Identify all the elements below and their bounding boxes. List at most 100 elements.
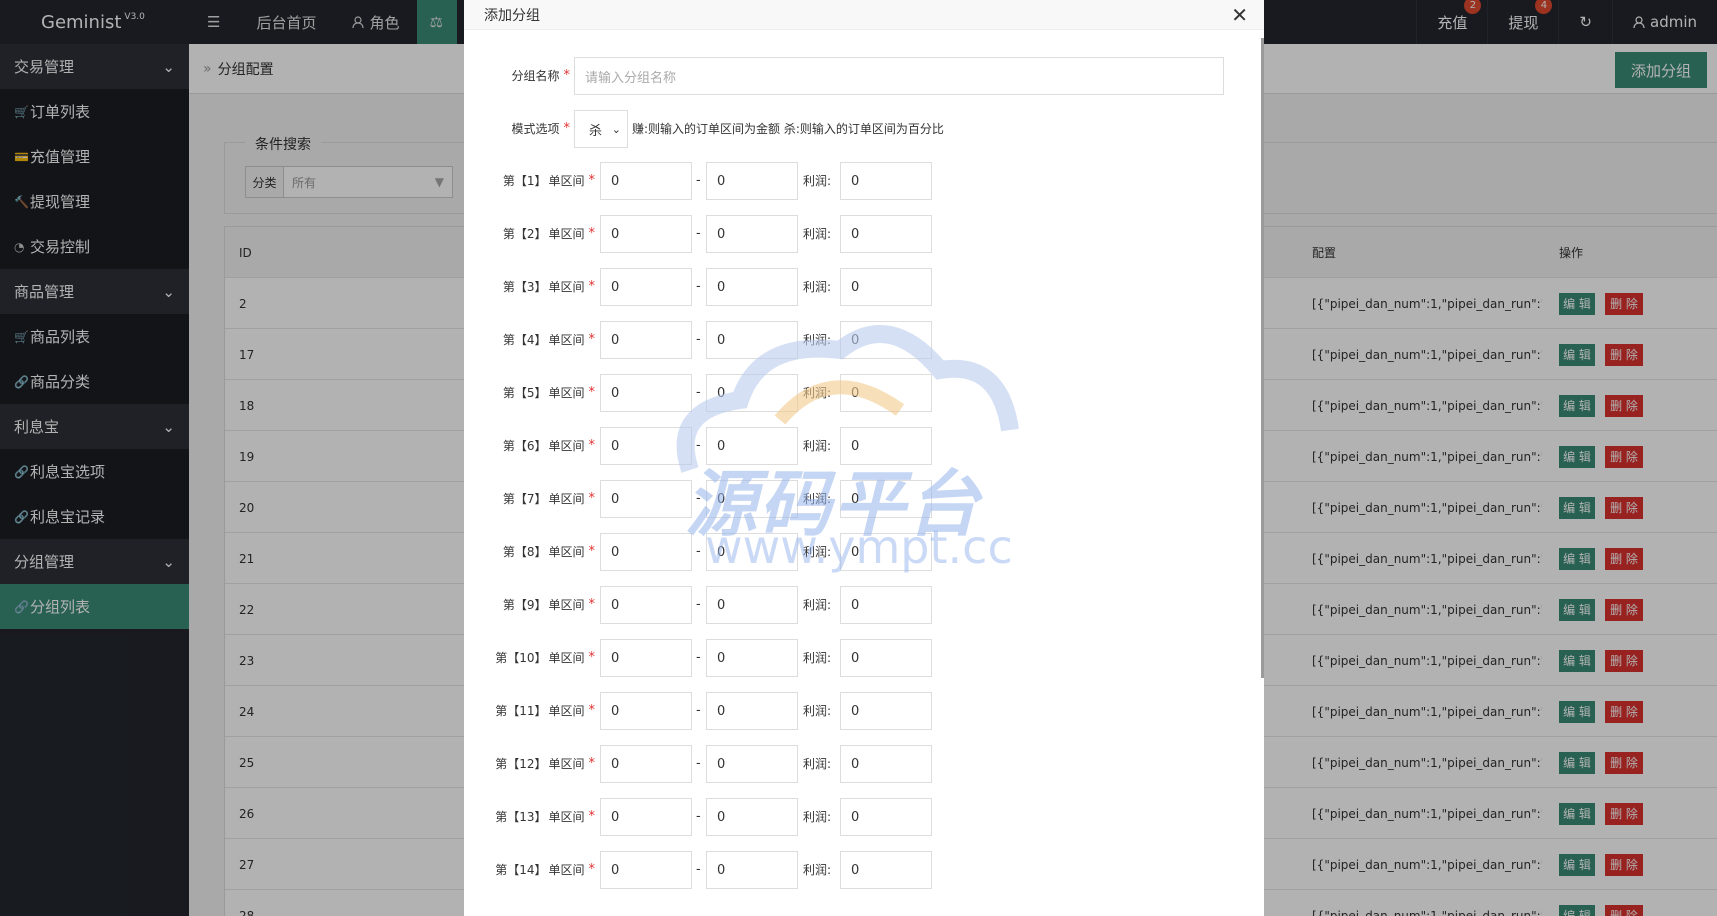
range-label: 第【9】 单区间 * (464, 584, 595, 624)
range-suffix: 单区间 (548, 862, 585, 877)
range-to-input[interactable]: 0 (706, 692, 798, 730)
modal-scrollbar[interactable] (1261, 38, 1264, 678)
range-index: 第【8】 (502, 544, 547, 559)
range-row: 第【4】 单区间 * 0-0 利润: 0 (464, 319, 1244, 359)
range-index: 第【6】 (502, 438, 547, 453)
range-suffix: 单区间 (548, 438, 585, 453)
range-suffix: 单区间 (548, 703, 585, 718)
profit-input[interactable]: 0 (840, 798, 932, 836)
range-to-input[interactable]: 0 (706, 162, 798, 200)
range-to-input[interactable]: 0 (706, 374, 798, 412)
range-row: 第【3】 单区间 * 0-0 利润: 0 (464, 266, 1244, 306)
required-mark: * (588, 861, 596, 877)
range-from-input[interactable]: 0 (600, 215, 692, 253)
profit-input[interactable]: 0 (840, 692, 932, 730)
watermark-url: www.ympt.cc (705, 520, 1013, 574)
group-name-label-text: 分组名称 (511, 68, 560, 83)
range-to-input[interactable]: 0 (706, 215, 798, 253)
required-mark: * (588, 596, 596, 612)
required-mark: * (588, 649, 596, 665)
required-mark: * (588, 543, 596, 559)
range-label: 第【3】 单区间 * (464, 266, 595, 306)
profit-label: 利润: (803, 809, 832, 824)
range-label: 第【14】 单区间 * (464, 849, 595, 889)
range-from-input[interactable]: 0 (600, 798, 692, 836)
range-label: 第【1】 单区间 * (464, 160, 595, 200)
range-from-input[interactable]: 0 (600, 427, 692, 465)
range-from-input[interactable]: 0 (600, 586, 692, 624)
profit-input[interactable]: 0 (840, 162, 932, 200)
range-dash: - (696, 225, 701, 241)
range-to-input[interactable]: 0 (706, 639, 798, 677)
range-label: 第【5】 单区间 * (464, 372, 595, 412)
range-dash: - (696, 331, 701, 347)
range-dash: - (696, 278, 701, 294)
range-from-input[interactable]: 0 (600, 268, 692, 306)
profit-input[interactable]: 0 (840, 215, 932, 253)
range-dash: - (696, 861, 701, 877)
range-row: 第【5】 单区间 * 0-0 利润: 0 (464, 372, 1244, 412)
range-row: 第【14】 单区间 * 0-0 利润: 0 (464, 849, 1244, 889)
range-from-input[interactable]: 0 (600, 692, 692, 730)
group-name-input[interactable]: 请输入分组名称 (574, 57, 1224, 95)
range-to-input[interactable]: 0 (706, 851, 798, 889)
profit-label: 利润: (803, 332, 832, 347)
range-row: 第【2】 单区间 * 0-0 利润: 0 (464, 213, 1244, 253)
profit-input[interactable]: 0 (840, 639, 932, 677)
profit-label: 利润: (803, 279, 832, 294)
required-mark: * (563, 67, 571, 83)
close-icon[interactable]: ✕ (1231, 5, 1248, 25)
required-mark: * (588, 808, 596, 824)
range-suffix: 单区间 (548, 279, 585, 294)
range-label: 第【2】 单区间 * (464, 213, 595, 253)
group-name-label: 分组名称 * (464, 55, 570, 95)
chevron-down-icon: ⌄ (611, 122, 621, 136)
range-to-input[interactable]: 0 (706, 268, 798, 306)
required-mark: * (563, 120, 571, 136)
range-suffix: 单区间 (548, 173, 585, 188)
range-label: 第【4】 单区间 * (464, 319, 595, 359)
range-to-input[interactable]: 0 (706, 798, 798, 836)
required-mark: * (588, 172, 596, 188)
profit-input[interactable]: 0 (840, 374, 932, 412)
range-suffix: 单区间 (548, 650, 585, 665)
range-dash: - (696, 755, 701, 771)
range-from-input[interactable]: 0 (600, 480, 692, 518)
profit-label: 利润: (803, 756, 832, 771)
range-row: 第【1】 单区间 * 0-0 利润: 0 (464, 160, 1244, 200)
modal-header: 添加分组 ✕ (464, 0, 1264, 30)
range-to-input[interactable]: 0 (706, 586, 798, 624)
range-from-input[interactable]: 0 (600, 533, 692, 571)
range-index: 第【4】 (502, 332, 547, 347)
profit-label: 利润: (803, 226, 832, 241)
range-label: 第【6】 单区间 * (464, 425, 595, 465)
range-from-input[interactable]: 0 (600, 321, 692, 359)
required-mark: * (588, 702, 596, 718)
profit-input[interactable]: 0 (840, 851, 932, 889)
profit-input[interactable]: 0 (840, 268, 932, 306)
profit-label: 利润: (803, 173, 832, 188)
range-from-input[interactable]: 0 (600, 745, 692, 783)
mode-select[interactable]: 杀 ⌄ (574, 110, 628, 148)
group-name-row: 分组名称 * 请输入分组名称 (464, 55, 1244, 95)
profit-input[interactable]: 0 (840, 745, 932, 783)
range-row: 第【13】 单区间 * 0-0 利润: 0 (464, 796, 1244, 836)
range-suffix: 单区间 (548, 332, 585, 347)
range-suffix: 单区间 (548, 491, 585, 506)
range-to-input[interactable]: 0 (706, 321, 798, 359)
range-dash: - (696, 596, 701, 612)
range-suffix: 单区间 (548, 385, 585, 400)
range-row: 第【11】 单区间 * 0-0 利润: 0 (464, 690, 1244, 730)
range-from-input[interactable]: 0 (600, 851, 692, 889)
range-index: 第【13】 (495, 809, 547, 824)
range-from-input[interactable]: 0 (600, 374, 692, 412)
profit-label: 利润: (803, 597, 832, 612)
profit-input[interactable]: 0 (840, 321, 932, 359)
range-dash: - (696, 649, 701, 665)
range-from-input[interactable]: 0 (600, 639, 692, 677)
range-index: 第【1】 (502, 173, 547, 188)
range-to-input[interactable]: 0 (706, 745, 798, 783)
range-from-input[interactable]: 0 (600, 162, 692, 200)
modal-title: 添加分组 (484, 7, 540, 24)
profit-input[interactable]: 0 (840, 586, 932, 624)
